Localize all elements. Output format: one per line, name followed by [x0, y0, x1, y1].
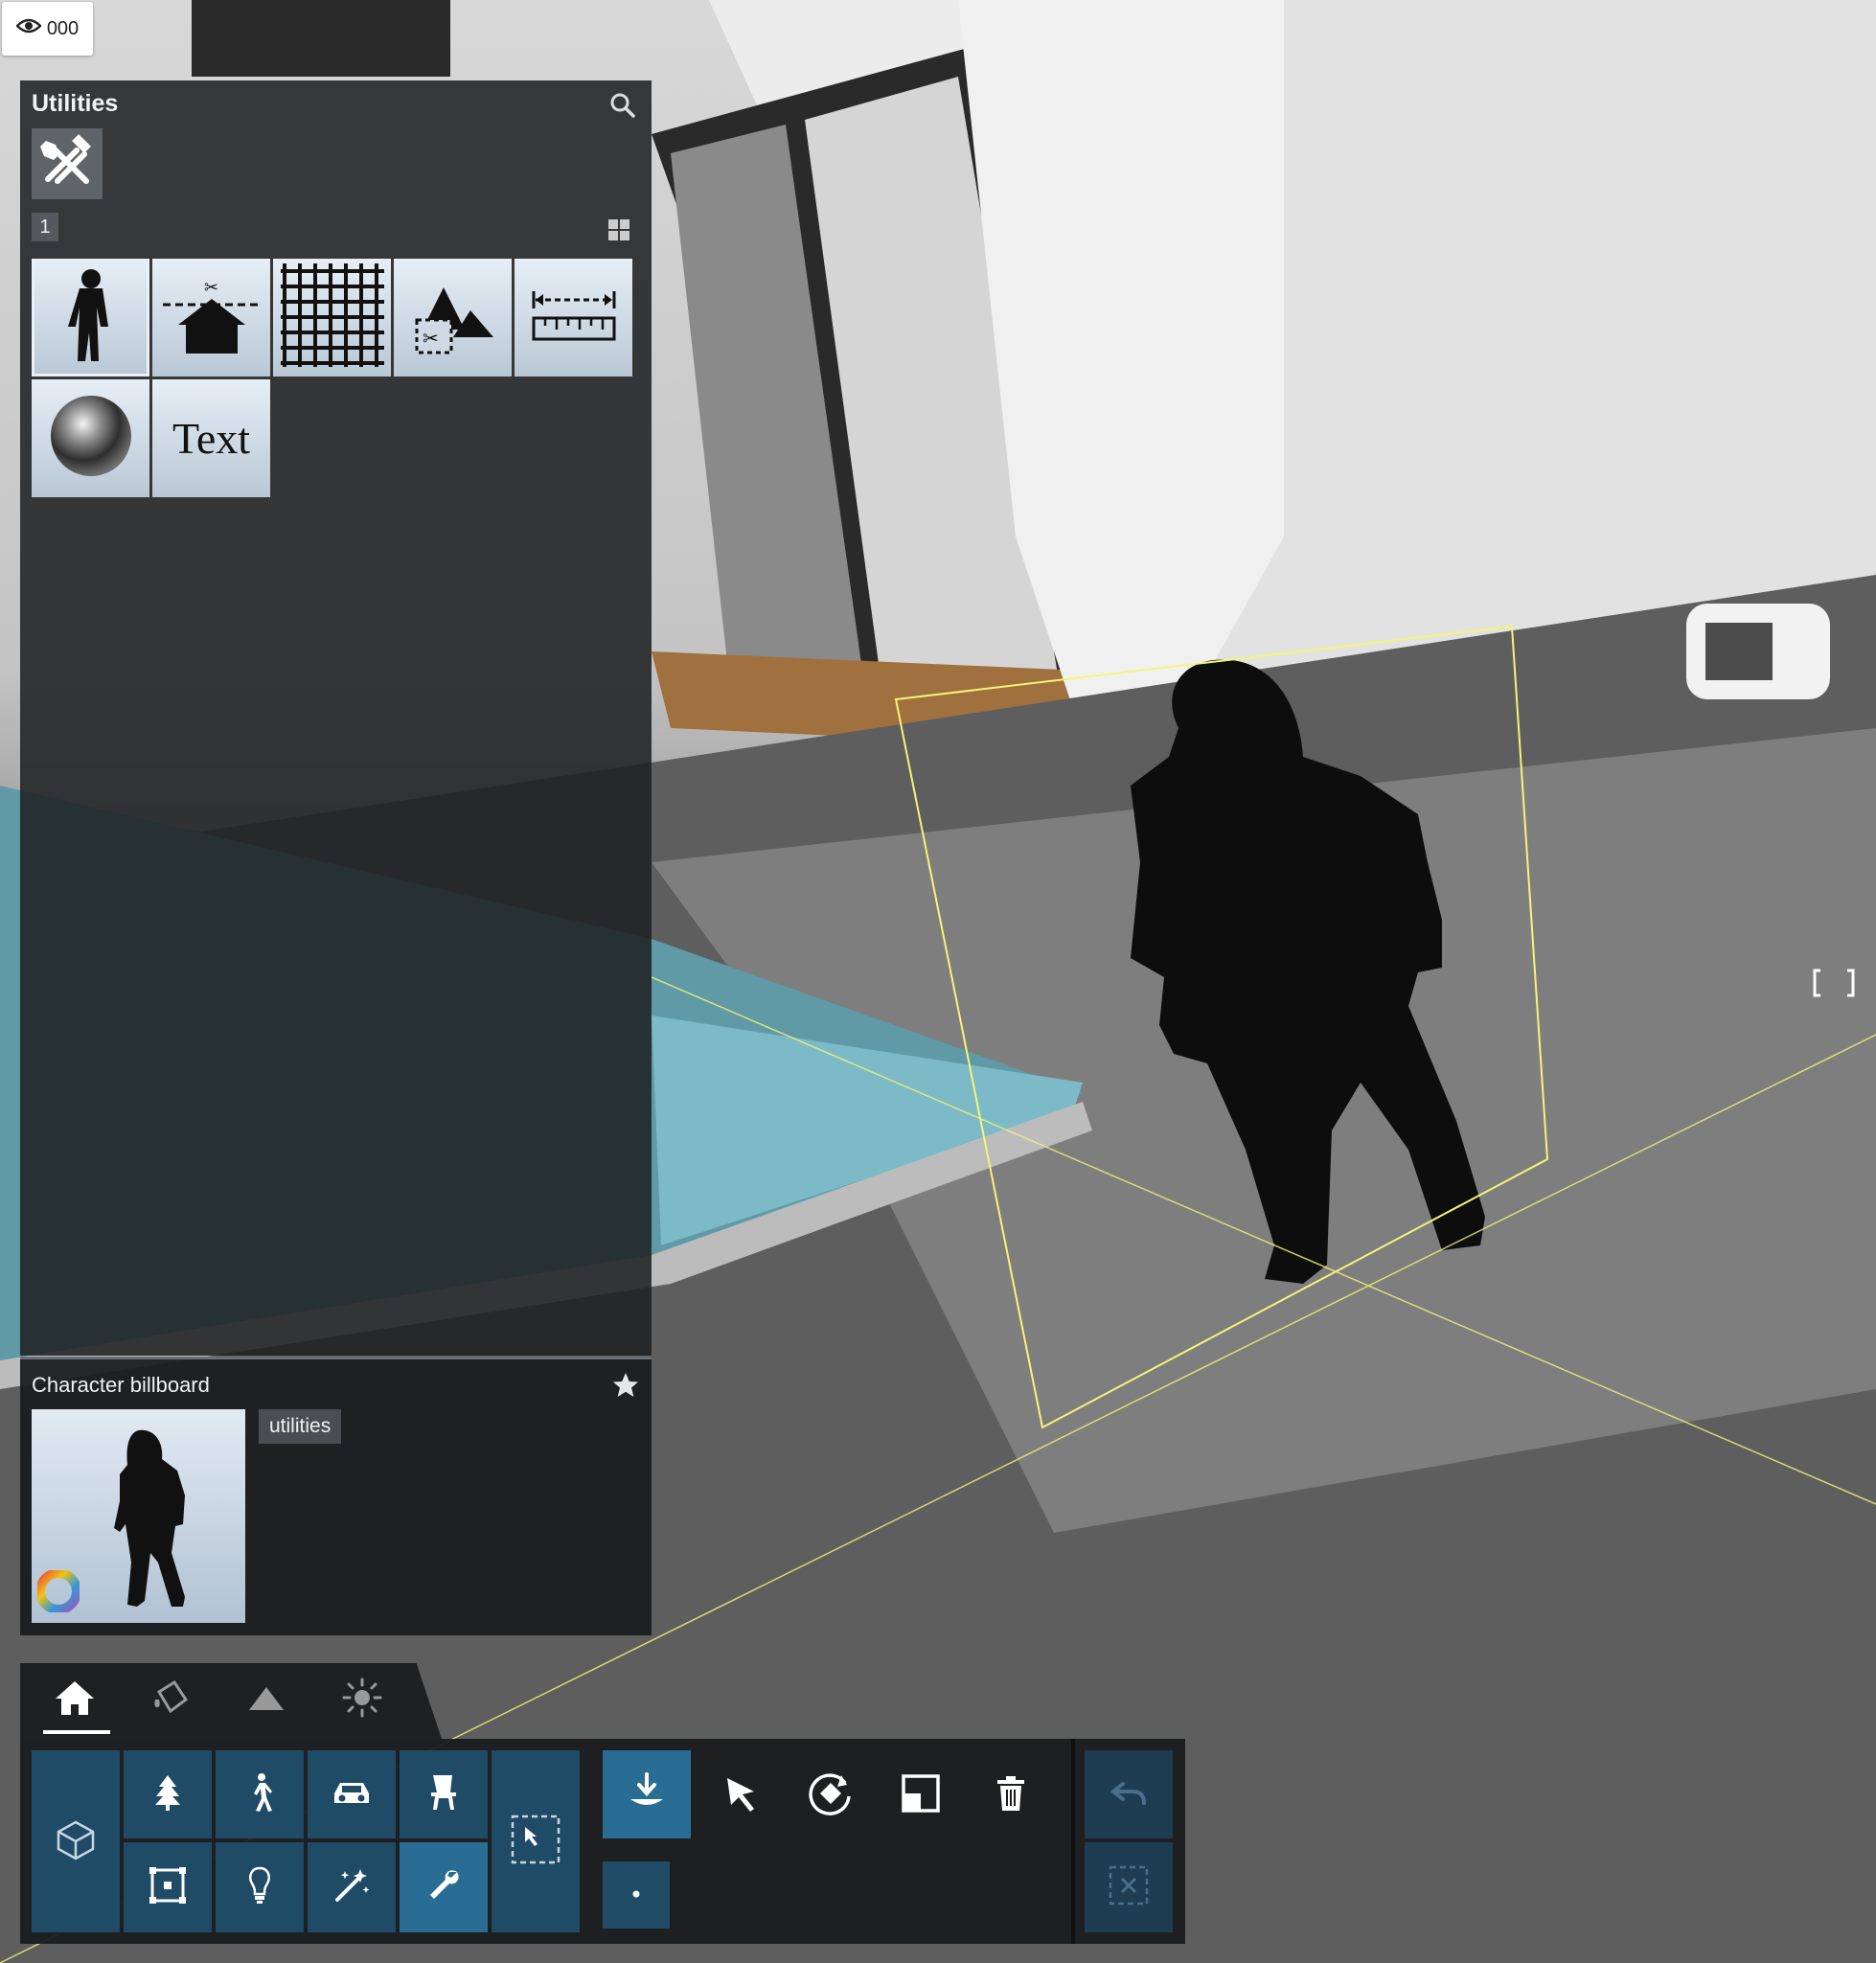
rotate-icon[interactable]: [803, 1766, 858, 1821]
tab-home[interactable]: [49, 1675, 101, 1724]
scale-icon[interactable]: [893, 1766, 949, 1821]
item-grid[interactable]: [273, 259, 391, 377]
models-button[interactable]: [32, 1750, 120, 1932]
item-terrain-cut[interactable]: ✂: [394, 259, 512, 377]
chair-icon: [427, 1773, 460, 1816]
mountain-cut-icon: ✂: [405, 272, 501, 363]
dot-icon: [631, 1886, 641, 1904]
lights-button[interactable]: [216, 1842, 304, 1932]
deselect-icon: [1108, 1864, 1150, 1911]
utilities-library-button[interactable]: [400, 1842, 488, 1932]
objects-button[interactable]: [124, 1842, 212, 1932]
svg-text:✂: ✂: [423, 327, 439, 350]
tab-sun[interactable]: [336, 1675, 388, 1724]
effects-button[interactable]: [308, 1842, 396, 1932]
grid-view-icon[interactable]: [607, 218, 630, 241]
search-icon[interactable]: [607, 90, 638, 121]
select-area-button[interactable]: [492, 1750, 580, 1932]
cursor-icon[interactable]: [713, 1766, 768, 1821]
lightbulb-icon: [245, 1865, 274, 1910]
bottom-toolbar: [20, 1739, 1185, 1944]
ruler-icon: [528, 282, 620, 354]
svg-text:✂: ✂: [204, 278, 218, 298]
item-text[interactable]: Text: [152, 379, 270, 497]
place-tool-button[interactable]: [603, 1750, 691, 1838]
grid-icon: [277, 260, 388, 376]
home-icon: [53, 1678, 97, 1722]
detail-pane: Character billboard utilities: [20, 1357, 652, 1635]
tab-landscape[interactable]: [240, 1675, 292, 1724]
cube-icon: [55, 1818, 97, 1865]
undo-button[interactable]: [1085, 1750, 1173, 1838]
active-tab-underline: [43, 1730, 110, 1734]
walking-person-icon: [245, 1772, 274, 1817]
magic-wand-icon: [332, 1865, 372, 1910]
star-icon[interactable]: [611, 1371, 640, 1400]
toolbar-separator: [1071, 1739, 1075, 1944]
color-wheel-icon[interactable]: [35, 1568, 81, 1617]
tab-materials[interactable]: [145, 1675, 196, 1724]
detail-thumbnail: [32, 1409, 245, 1623]
person-silhouette-icon: [62, 267, 120, 368]
item-character-billboard[interactable]: [32, 259, 149, 377]
people-button[interactable]: [216, 1750, 304, 1838]
text-item-label: Text: [172, 414, 251, 463]
eye-icon: [15, 17, 42, 40]
page-number[interactable]: 1: [32, 213, 58, 241]
wrench-icon: [424, 1866, 463, 1909]
item-reflection-sphere[interactable]: [32, 379, 149, 497]
hammer-wrench-icon: [38, 133, 96, 195]
view-count: 000: [46, 17, 80, 39]
selection-rectangle-icon: [510, 1814, 561, 1870]
mountain-icon: [247, 1683, 286, 1717]
trash-icon[interactable]: [983, 1766, 1039, 1821]
bottom-tab-bar: [20, 1663, 442, 1739]
sun-icon: [341, 1677, 383, 1723]
panel-title: Utilities: [32, 90, 119, 117]
item-measure[interactable]: [515, 259, 632, 377]
vehicles-button[interactable]: [308, 1750, 396, 1838]
category-tag[interactable]: utilities: [259, 1409, 342, 1444]
vegetation-button[interactable]: [124, 1750, 212, 1838]
chrome-sphere-icon: [48, 393, 134, 484]
utilities-category-tile[interactable]: [32, 128, 103, 199]
detail-title: Character billboard: [32, 1373, 210, 1397]
point-tool-button[interactable]: [603, 1861, 670, 1929]
item-cut-house[interactable]: ✂: [152, 259, 270, 377]
utilities-panel: Utilities 1 ✂ ✂ Text: [20, 80, 652, 1356]
furniture-button[interactable]: [400, 1750, 488, 1838]
car-icon: [331, 1778, 373, 1812]
object-frame-icon: [149, 1866, 187, 1909]
place-down-icon: [625, 1770, 669, 1819]
house-cut-icon: ✂: [159, 272, 264, 363]
deselect-button[interactable]: [1085, 1842, 1173, 1932]
view-counter-badge[interactable]: 000: [2, 2, 93, 56]
undo-icon: [1110, 1778, 1148, 1812]
paint-bucket-icon: [149, 1678, 192, 1722]
tree-icon: [153, 1773, 182, 1816]
